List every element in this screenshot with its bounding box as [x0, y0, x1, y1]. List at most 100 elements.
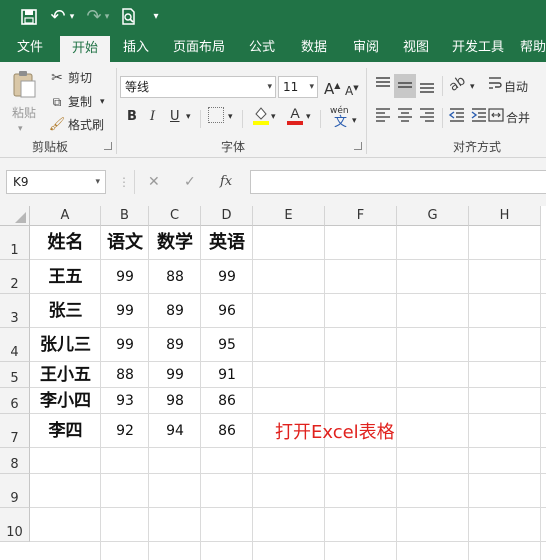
tab-review[interactable]: 审阅: [344, 34, 388, 62]
score-cell[interactable]: 91: [201, 362, 253, 388]
score-cell[interactable]: 92: [101, 414, 149, 448]
shrink-font-button[interactable]: A▼: [345, 79, 359, 100]
score-cell[interactable]: 94: [149, 414, 201, 448]
paste-dropdown-icon[interactable]: ▾: [18, 120, 23, 138]
row-header-2[interactable]: 2: [0, 260, 30, 294]
column-header-b[interactable]: B: [101, 206, 149, 226]
column-header-h[interactable]: H: [469, 206, 541, 226]
row-header-10[interactable]: 10: [0, 508, 30, 542]
merge-center-icon[interactable]: [488, 106, 504, 128]
paste-icon[interactable]: [10, 70, 38, 100]
score-cell[interactable]: 96: [201, 294, 253, 328]
fill-color-dropdown-icon[interactable]: ▾: [271, 108, 276, 126]
font-name-select[interactable]: 等线 ▾: [120, 76, 276, 98]
row-header-6[interactable]: 6: [0, 388, 30, 414]
score-cell[interactable]: 99: [101, 328, 149, 362]
undo-dropdown-icon[interactable]: ▾: [66, 6, 78, 28]
header-cell[interactable]: 数学: [149, 226, 201, 260]
score-cell[interactable]: 99: [101, 294, 149, 328]
name-cell[interactable]: 李四: [30, 414, 101, 448]
column-header-a[interactable]: A: [30, 206, 101, 226]
align-top-icon[interactable]: [372, 74, 394, 98]
tab-home[interactable]: 开始: [60, 36, 110, 62]
align-left-icon[interactable]: [372, 106, 394, 128]
column-header-c[interactable]: C: [149, 206, 201, 226]
tab-insert[interactable]: 插入: [114, 34, 158, 62]
increase-indent-icon[interactable]: [468, 106, 490, 128]
tab-formulas[interactable]: 公式: [240, 34, 284, 62]
underline-dropdown-icon[interactable]: ▾: [186, 108, 191, 126]
paste-button[interactable]: 粘贴: [12, 104, 36, 122]
score-cell[interactable]: 93: [101, 388, 149, 414]
enter-icon[interactable]: ✓: [184, 172, 196, 192]
score-cell[interactable]: 86: [201, 388, 253, 414]
row-header-4[interactable]: 4: [0, 328, 30, 362]
cancel-icon[interactable]: ✕: [148, 172, 160, 192]
score-cell[interactable]: 89: [149, 328, 201, 362]
tab-data[interactable]: 数据: [292, 34, 336, 62]
decrease-indent-icon[interactable]: [446, 106, 468, 128]
phonetic-char-icon[interactable]: 文: [334, 114, 347, 132]
merge-center-button[interactable]: 合并: [506, 109, 530, 127]
score-cell[interactable]: 88: [101, 362, 149, 388]
font-launcher-icon[interactable]: [354, 142, 362, 150]
score-cell[interactable]: 88: [149, 260, 201, 294]
orientation-dropdown-icon[interactable]: ▾: [470, 78, 475, 96]
customize-qat-icon[interactable]: ▾: [150, 6, 162, 28]
cut-button[interactable]: 剪切: [68, 69, 92, 87]
format-painter-icon[interactable]: 🖌: [48, 115, 66, 135]
worksheet-grid[interactable]: ABCDEFGH 1 2 3 4 5 6 7 8 9 10 姓名 语文 数学 英语 王五 99 88 99 张三 9…: [0, 206, 546, 560]
tab-page-layout[interactable]: 页面布局: [166, 34, 232, 62]
score-cell[interactable]: 89: [149, 294, 201, 328]
row-header-5[interactable]: 5: [0, 362, 30, 388]
select-all-corner[interactable]: [0, 206, 30, 226]
score-cell[interactable]: 99: [101, 260, 149, 294]
tab-developer[interactable]: 开发工具: [446, 34, 510, 62]
resize-handle-icon[interactable]: ⋮: [118, 172, 130, 192]
name-cell[interactable]: 王五: [30, 260, 101, 294]
grow-font-button[interactable]: A▲: [324, 77, 340, 98]
align-middle-icon[interactable]: [394, 74, 416, 98]
name-cell[interactable]: 李小四: [30, 388, 101, 414]
clipboard-launcher-icon[interactable]: [104, 142, 112, 150]
score-cell[interactable]: 99: [149, 362, 201, 388]
italic-button[interactable]: I: [150, 108, 155, 126]
tab-view[interactable]: 视图: [394, 34, 438, 62]
row-header-9[interactable]: 9: [0, 474, 30, 508]
border-icon[interactable]: [208, 107, 224, 123]
border-dropdown-icon[interactable]: ▾: [228, 108, 233, 126]
insert-function-button[interactable]: fx: [220, 172, 232, 192]
column-header-d[interactable]: D: [201, 206, 253, 226]
column-header-g[interactable]: G: [397, 206, 469, 226]
score-cell[interactable]: 99: [201, 260, 253, 294]
fill-color-icon[interactable]: [252, 104, 270, 128]
tab-help[interactable]: 帮助: [520, 34, 546, 62]
name-cell[interactable]: 张三: [30, 294, 101, 328]
column-header-e[interactable]: E: [253, 206, 325, 226]
format-painter-button[interactable]: 格式刷: [68, 116, 104, 134]
align-right-icon[interactable]: [416, 106, 438, 128]
row-header-7[interactable]: 7: [0, 414, 30, 448]
wrap-text-button[interactable]: 自动: [504, 78, 528, 96]
header-cell[interactable]: 英语: [201, 226, 253, 260]
undo-icon[interactable]: ↶: [48, 6, 68, 28]
name-cell[interactable]: 张儿三: [30, 328, 101, 362]
redo-dropdown-icon[interactable]: ▾: [101, 6, 113, 28]
score-cell[interactable]: 95: [201, 328, 253, 362]
header-cell[interactable]: 姓名: [30, 226, 101, 260]
header-cell[interactable]: 语文: [101, 226, 149, 260]
score-cell[interactable]: 98: [149, 388, 201, 414]
name-box[interactable]: K9 ▾: [6, 170, 106, 194]
score-cell[interactable]: 86: [201, 414, 253, 448]
bold-button[interactable]: B: [127, 108, 137, 126]
underline-button[interactable]: U: [170, 108, 180, 126]
wrap-text-icon[interactable]: [488, 74, 502, 98]
align-center-icon[interactable]: [394, 106, 416, 128]
name-cell[interactable]: 王小五: [30, 362, 101, 388]
phonetic-dropdown-icon[interactable]: ▾: [352, 112, 357, 130]
copy-icon[interactable]: ⧉: [48, 92, 66, 112]
column-header-f[interactable]: F: [325, 206, 397, 226]
print-preview-icon[interactable]: [118, 6, 140, 28]
formula-input[interactable]: [250, 170, 546, 194]
font-color-icon[interactable]: A: [286, 104, 304, 128]
